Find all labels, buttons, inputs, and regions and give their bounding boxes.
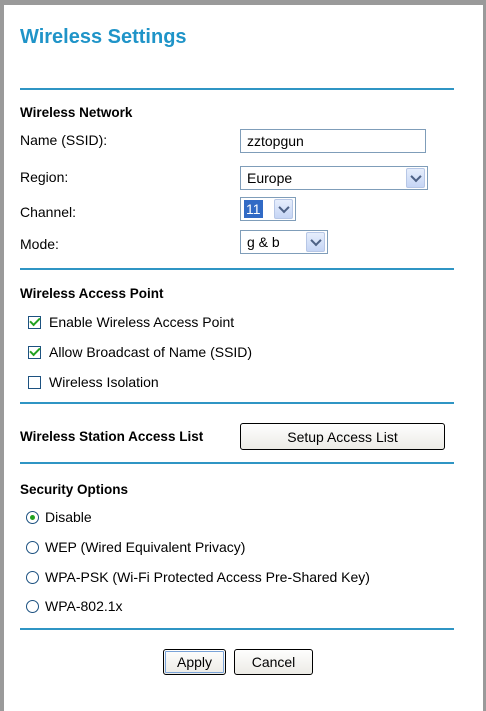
cancel-button[interactable]: Cancel — [234, 649, 313, 675]
divider — [20, 268, 454, 270]
chevron-down-icon — [306, 232, 325, 252]
divider — [20, 462, 454, 464]
channel-value: 11 — [244, 200, 263, 218]
mode-select[interactable]: g & b — [240, 230, 328, 254]
broadcast-ssid-checkbox[interactable] — [28, 344, 41, 359]
apply-button[interactable]: Apply — [163, 649, 226, 675]
window-frame-top — [0, 0, 486, 5]
setup-access-list-button[interactable]: Setup Access List — [240, 423, 445, 450]
region-value: Europe — [247, 170, 293, 186]
security-option-wep[interactable]: WEP (Wired Equivalent Privacy) — [26, 539, 245, 555]
wpa-psk-radio[interactable] — [26, 570, 39, 584]
disable-radio[interactable] — [26, 510, 39, 524]
disable-label: Disable — [45, 509, 92, 525]
page-title: Wireless Settings — [20, 26, 187, 48]
security-option-wpa-psk[interactable]: WPA-PSK (Wi-Fi Protected Access Pre-Shar… — [26, 569, 370, 585]
mode-label: Mode: — [20, 236, 59, 252]
security-options-heading: Security Options — [20, 482, 129, 497]
divider — [20, 88, 454, 90]
mode-value: g & b — [247, 234, 280, 250]
security-option-wpa-8021x[interactable]: WPA-802.1x — [26, 598, 123, 614]
enable-ap-label: Enable Wireless Access Point — [49, 314, 235, 330]
wireless-isolation-label: Wireless Isolation — [49, 374, 159, 390]
enable-ap-option[interactable]: Enable Wireless Access Point — [28, 314, 234, 330]
region-select[interactable]: Europe — [240, 166, 428, 190]
security-option-disable[interactable]: Disable — [26, 509, 92, 525]
region-label: Region: — [20, 169, 69, 185]
wireless-isolation-option[interactable]: Wireless Isolation — [28, 374, 159, 390]
channel-label: Channel: — [20, 204, 77, 220]
station-list-heading: Wireless Station Access List — [20, 429, 204, 444]
broadcast-ssid-option[interactable]: Allow Broadcast of Name (SSID) — [28, 344, 252, 360]
broadcast-ssid-label: Allow Broadcast of Name (SSID) — [49, 344, 253, 360]
divider — [20, 402, 454, 404]
wep-label: WEP (Wired Equivalent Privacy) — [45, 539, 246, 555]
ssid-input[interactable]: zztopgun — [240, 129, 426, 153]
wpa-psk-label: WPA-PSK (Wi-Fi Protected Access Pre-Shar… — [45, 569, 370, 585]
wep-radio[interactable] — [26, 540, 39, 554]
wireless-network-heading: Wireless Network — [20, 105, 133, 120]
chevron-down-icon — [406, 168, 425, 188]
ssid-label: Name (SSID): — [20, 132, 108, 148]
wpa-8021x-radio[interactable] — [26, 599, 39, 613]
enable-ap-checkbox[interactable] — [28, 314, 41, 329]
channel-select[interactable]: 11 — [240, 197, 296, 221]
checkmark-icon — [28, 344, 41, 357]
radio-selected-icon — [30, 514, 35, 520]
access-point-heading: Wireless Access Point — [20, 286, 164, 301]
wpa-8021x-label: WPA-802.1x — [45, 598, 123, 614]
divider — [20, 628, 454, 630]
wireless-isolation-checkbox[interactable] — [28, 375, 41, 389]
chevron-down-icon — [274, 199, 293, 219]
checkmark-icon — [28, 314, 41, 327]
window-frame-left — [0, 0, 4, 711]
